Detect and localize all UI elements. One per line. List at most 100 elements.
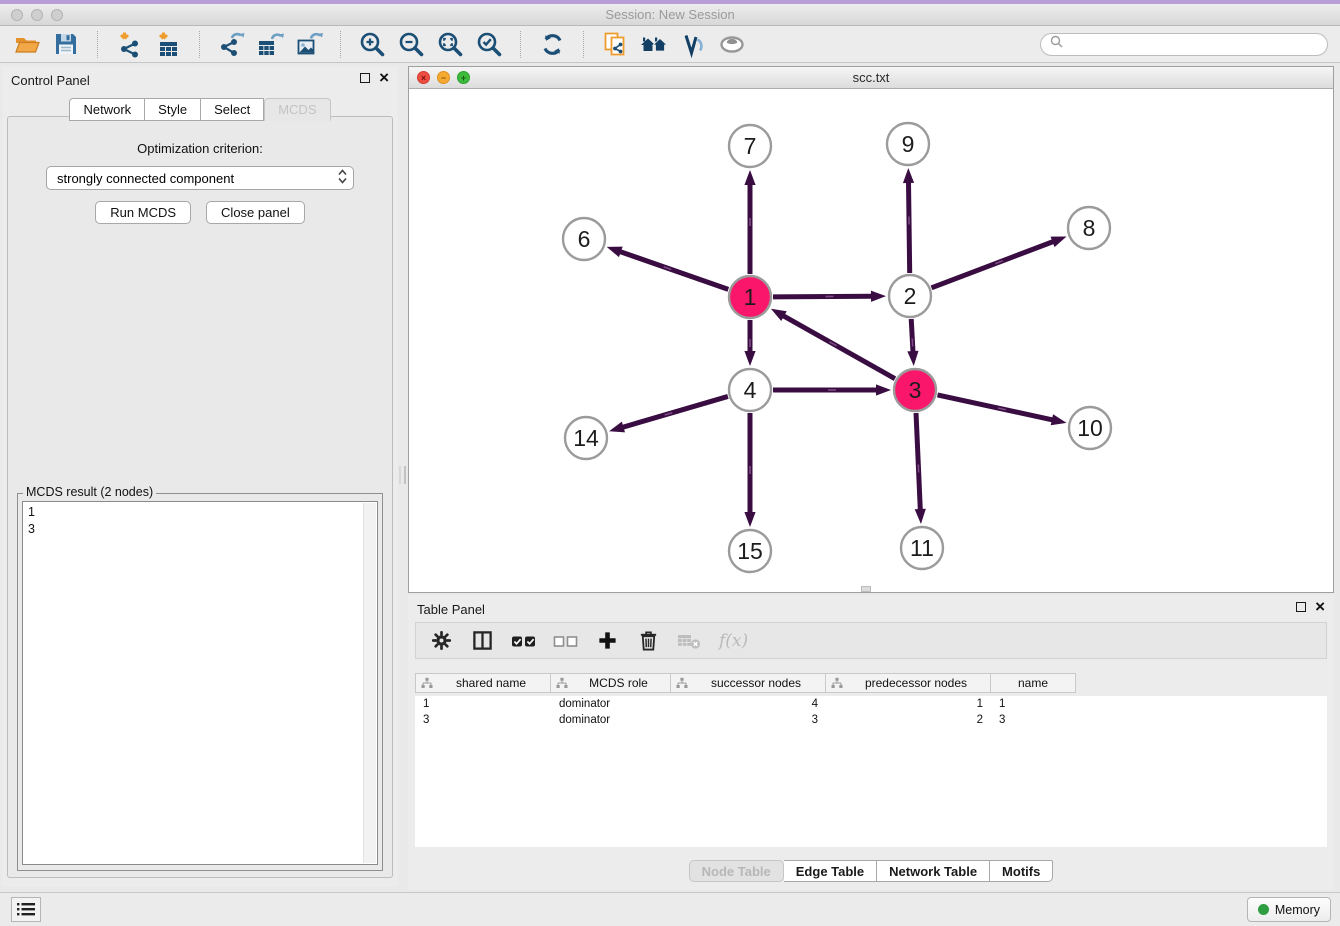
column-header-successor-nodes[interactable]: successor nodes (671, 673, 826, 693)
application-window: Session: New Session Control Panel × Net… (0, 0, 1340, 926)
close-panel-button[interactable]: Close panel (206, 201, 305, 224)
save-session-button[interactable] (51, 29, 81, 59)
criterion-dropdown[interactable]: strongly connected component (46, 166, 354, 190)
table-cell[interactable]: 1 (415, 698, 551, 710)
close-panel-icon[interactable]: × (379, 72, 389, 83)
network-view-window: × − + scc.txt 7968124314101511 (408, 66, 1334, 593)
show-graphics-details-icon (718, 31, 746, 58)
node-label-2: 2 (904, 283, 917, 309)
network-canvas[interactable]: 7968124314101511 (409, 89, 1333, 592)
table-cell[interactable]: 3 (415, 714, 551, 726)
mcds-result-area: 1 3 (22, 501, 378, 865)
tab-select[interactable]: Select (201, 98, 264, 121)
node-label-6: 6 (578, 226, 591, 252)
tab-node-table[interactable]: Node Table (689, 860, 784, 882)
refresh-button[interactable] (537, 29, 567, 59)
table-cell[interactable]: 3 (671, 714, 826, 726)
titlebar-accent (0, 0, 1340, 4)
zoom-fit-button[interactable] (435, 29, 465, 59)
column-header-shared-name[interactable]: shared name (415, 673, 551, 693)
window-titlebar: Session: New Session (0, 0, 1340, 26)
table-cell[interactable]: 1 (826, 698, 991, 710)
select-all-columns-button[interactable] (511, 629, 536, 653)
export-table-button[interactable] (255, 29, 285, 59)
show-graphics-details-button[interactable] (717, 29, 747, 59)
refresh-icon (539, 31, 566, 58)
zoom-selected-button[interactable] (474, 29, 504, 59)
export-network-button[interactable] (216, 29, 246, 59)
tab-style[interactable]: Style (145, 98, 201, 121)
table-panel: Table Panel × f(x) shared nameMCDS roles… (408, 595, 1334, 890)
network-window-title: scc.txt (409, 67, 1333, 88)
network-window-titlebar: × − + scc.txt (409, 67, 1333, 89)
table-row[interactable]: 3dominator323 (415, 712, 1327, 728)
settings-icon (431, 630, 452, 651)
first-neighbors-icon (640, 31, 668, 58)
zoom-out-button[interactable] (396, 29, 426, 59)
table-cell[interactable]: 2 (826, 714, 991, 726)
hide-graphics-details-button[interactable] (678, 29, 708, 59)
graph-edge-3-11[interactable] (916, 413, 920, 511)
control-panel-title: Control Panel (11, 73, 90, 88)
float-panel-icon[interactable] (360, 73, 370, 83)
import-network-icon (116, 31, 143, 58)
tab-network-table[interactable]: Network Table (877, 860, 990, 882)
export-image-button[interactable] (294, 29, 324, 59)
table-toolbar: f(x) (415, 622, 1327, 659)
table-row[interactable]: 1dominator411 (415, 696, 1327, 712)
optimization-criterion-label: Optimization criterion: (8, 141, 392, 156)
export-image-icon (296, 31, 323, 58)
graph-edge-2-3[interactable] (911, 319, 913, 353)
new-network-from-selection-button[interactable] (600, 29, 630, 59)
control-panel-tabs: NetworkStyleSelectMCDS (2, 98, 398, 121)
tab-edge-table[interactable]: Edge Table (784, 860, 877, 882)
table-cell[interactable]: 4 (671, 698, 826, 710)
delete-columns-button[interactable] (636, 629, 660, 653)
zoom-in-icon (359, 31, 386, 58)
column-header-predecessor-nodes[interactable]: predecessor nodes (826, 673, 991, 693)
graph-edge-3-10[interactable] (937, 395, 1053, 420)
network-close-button[interactable]: × (417, 71, 430, 84)
network-resize-handle[interactable] (861, 586, 871, 592)
splitter-handle[interactable] (399, 466, 406, 484)
graph-edge-2-9[interactable] (908, 181, 909, 273)
node-label-7: 7 (744, 133, 757, 159)
edge-arrowhead (876, 384, 891, 395)
graph-edge-1-6[interactable] (619, 251, 728, 289)
column-header-name[interactable]: name (991, 673, 1076, 693)
network-maximize-button[interactable]: + (457, 71, 470, 84)
column-header-MCDS-role[interactable]: MCDS role (551, 673, 671, 693)
zoom-selected-icon (476, 31, 503, 58)
network-graph: 7968124314101511 (409, 89, 1333, 592)
task-history-button[interactable] (11, 897, 41, 922)
table-cell[interactable]: dominator (551, 698, 671, 710)
table-cell[interactable]: 1 (991, 698, 1076, 710)
tab-mcds[interactable]: MCDS (264, 98, 330, 121)
import-network-button[interactable] (114, 29, 144, 59)
float-table-panel-icon[interactable] (1296, 602, 1306, 612)
graph-edge-3-1[interactable] (782, 315, 895, 379)
zoom-in-button[interactable] (357, 29, 387, 59)
tab-network[interactable]: Network (69, 98, 145, 121)
list-icon (17, 902, 35, 917)
first-neighbors-button[interactable] (639, 29, 669, 59)
result-scrollbar[interactable] (363, 503, 376, 863)
table-cell[interactable]: 3 (991, 714, 1076, 726)
close-table-panel-icon[interactable]: × (1315, 601, 1325, 612)
search-box[interactable] (1040, 33, 1328, 56)
show-columns-button[interactable] (470, 629, 494, 653)
table-cell[interactable]: dominator (551, 714, 671, 726)
graph-edge-1-2[interactable] (773, 296, 873, 297)
run-mcds-button[interactable]: Run MCDS (95, 201, 191, 224)
open-session-button[interactable] (12, 29, 42, 59)
memory-button[interactable]: Memory (1247, 897, 1331, 922)
graph-edge-4-14[interactable] (622, 396, 728, 427)
graph-edge-2-8[interactable] (932, 241, 1055, 288)
search-input[interactable] (1069, 37, 1318, 51)
settings-button[interactable] (429, 629, 453, 653)
network-minimize-button[interactable]: − (437, 71, 450, 84)
unselect-all-columns-button[interactable] (553, 629, 578, 653)
import-table-button[interactable] (153, 29, 183, 59)
add-column-button[interactable] (595, 629, 619, 653)
tab-motifs[interactable]: Motifs (990, 860, 1053, 882)
